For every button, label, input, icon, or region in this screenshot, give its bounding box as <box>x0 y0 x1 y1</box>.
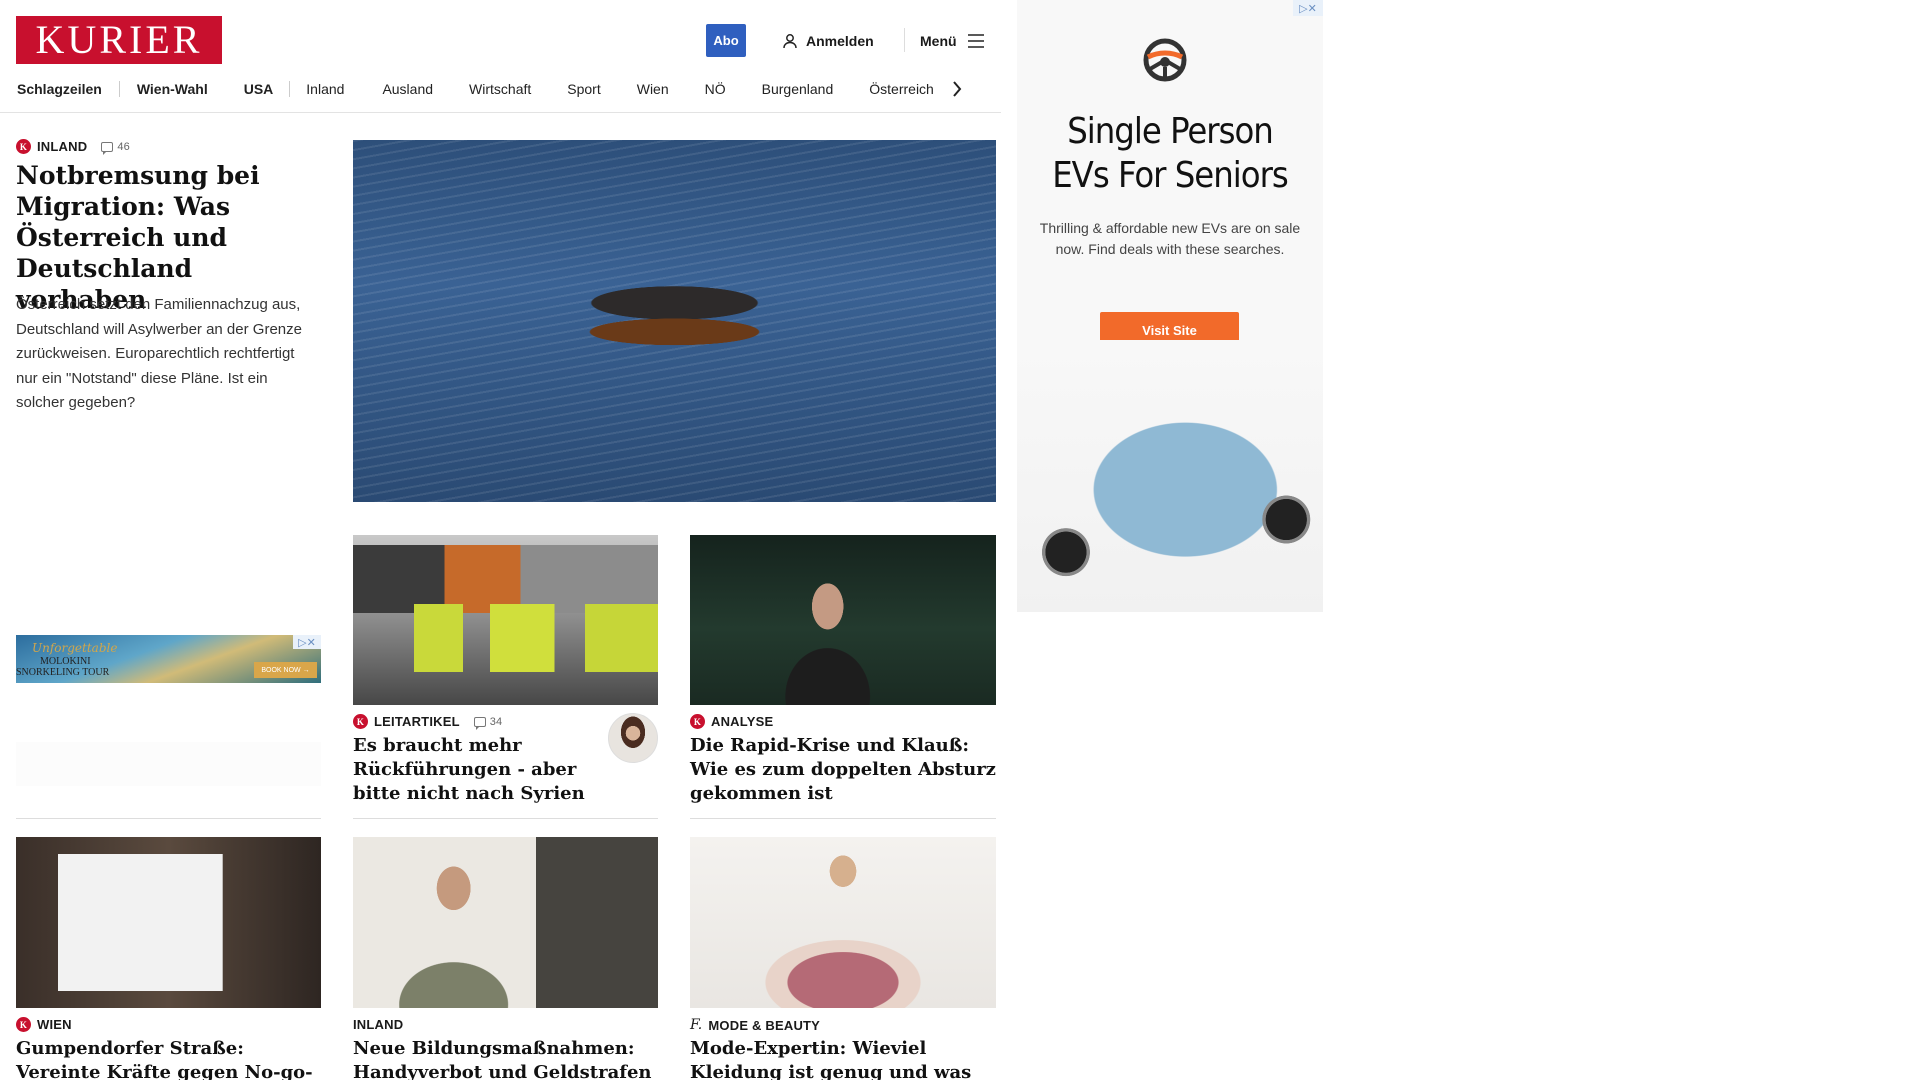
kurier-badge-icon: K <box>353 714 368 729</box>
lead-comments[interactable]: 46 <box>101 140 130 155</box>
chevron-right-icon[interactable] <box>952 81 962 97</box>
steering-wheel-icon <box>1143 38 1187 82</box>
small-ad-line1: MOLOKINI <box>40 656 91 667</box>
menu-label: Menü <box>920 33 957 49</box>
nav-item-usa[interactable]: USA <box>244 81 274 97</box>
nav-bottom-border <box>0 112 1001 113</box>
nav-item-wien-wahl[interactable]: Wien-Wahl <box>137 81 208 97</box>
nav-item-wirtschaft[interactable]: Wirtschaft <box>469 81 531 97</box>
nav-item-schlagzeilen[interactable]: Schlagzeilen <box>17 81 102 97</box>
freizeit-icon: f. <box>690 1017 703 1033</box>
menu-button[interactable]: Menü <box>920 31 985 51</box>
ad-image-ev[interactable] <box>1017 340 1323 612</box>
nav-item-wien[interactable]: Wien <box>637 81 669 97</box>
card-category[interactable]: MODE & BEAUTY <box>708 1018 820 1033</box>
lead-category[interactable]: INLAND <box>37 139 87 154</box>
card-kicker: K WIEN <box>16 1017 72 1032</box>
login-label: Anmelden <box>806 33 874 49</box>
ad-choices-icon[interactable]: ▷✕ <box>293 635 321 649</box>
card-kicker: INLAND <box>353 1017 403 1032</box>
login-button[interactable]: Anmelden <box>782 31 874 51</box>
section-nav: Schlagzeilen Wien-Wahl USA Inland Auslan… <box>17 78 993 100</box>
card-image-fashion[interactable] <box>690 837 996 1008</box>
lead-comment-count: 46 <box>117 140 130 153</box>
card-headline[interactable]: Mode-Expertin: Wieviel Kleidung ist genu… <box>690 1037 996 1080</box>
lead-kicker: K INLAND 46 <box>16 139 130 155</box>
card-kicker: f. MODE & BEAUTY <box>690 1017 820 1033</box>
sidebar-ad[interactable]: ▷✕ Single Person EVs For Seniors Thrilli… <box>1017 0 1323 612</box>
kurier-badge-icon: K <box>690 714 705 729</box>
nav-item-ausland[interactable]: Ausland <box>382 81 433 97</box>
kurier-badge-icon: K <box>16 139 31 154</box>
card-kicker: K LEITARTIKEL 34 <box>353 714 503 730</box>
nav-item-burgenland[interactable]: Burgenland <box>762 81 834 97</box>
card-category[interactable]: WIEN <box>37 1017 72 1032</box>
card-category[interactable]: INLAND <box>353 1017 403 1032</box>
nav-divider <box>289 81 291 97</box>
small-ad-banner[interactable]: Unforgettable MOLOKINI SNORKELING TOUR B… <box>16 635 321 683</box>
hamburger-icon <box>967 34 984 48</box>
lead-image-migrant-boat[interactable] <box>353 140 996 502</box>
card-image-coach[interactable] <box>690 535 996 705</box>
author-avatar[interactable] <box>608 713 658 763</box>
card-rule <box>690 818 996 819</box>
ad-subtext: Thrilling & affordable new EVs are on sa… <box>1039 220 1301 257</box>
card-headline[interactable]: Gumpendorfer Straße: Vereinte Kräfte geg… <box>16 1037 321 1080</box>
card-headline[interactable]: Die Rapid-Krise und Klauß: Wie es zum do… <box>690 734 996 806</box>
column-rule <box>16 818 321 819</box>
card-comments[interactable]: 34 <box>473 715 503 730</box>
card-comment-count: 34 <box>489 715 503 728</box>
card-image-politician[interactable] <box>353 837 658 1008</box>
abo-button[interactable]: Abo <box>706 24 746 57</box>
card-headline[interactable]: Es braucht mehr Rückführungen - aber bit… <box>353 734 603 806</box>
nav-item-sport[interactable]: Sport <box>567 81 600 97</box>
card-category[interactable]: LEITARTIKEL <box>374 714 460 729</box>
small-ad-button[interactable]: BOOK NOW → <box>254 662 317 678</box>
header-divider <box>904 28 905 52</box>
card-rule <box>353 818 658 819</box>
lead-headline[interactable]: Notbremsung bei Migration: Was Österreic… <box>16 160 311 315</box>
lead-teaser[interactable]: Österreich setzt den Familiennachzug aus… <box>16 293 316 416</box>
kurier-logo[interactable]: KURIER <box>16 16 222 64</box>
nav-item-noe[interactable]: NÖ <box>705 81 726 97</box>
kurier-badge-icon: K <box>16 1017 31 1032</box>
ad-headline[interactable]: Single Person EVs For Seniors <box>1037 110 1303 198</box>
nav-item-inland[interactable]: Inland <box>306 81 344 97</box>
comment-icon <box>473 716 486 730</box>
user-icon <box>783 34 797 49</box>
nav-item-oesterreich[interactable]: Österreich <box>869 81 934 97</box>
card-image-syringes[interactable] <box>16 837 321 1008</box>
ad-placeholder <box>16 742 321 786</box>
card-headline[interactable]: Neue Bildungsmaßnahmen: Handyverbot und … <box>353 1037 658 1080</box>
card-image-police[interactable] <box>353 535 658 705</box>
small-ad-line2: SNORKELING TOUR <box>16 667 110 678</box>
card-category[interactable]: ANALYSE <box>711 714 773 729</box>
small-ad-script: Unforgettable <box>32 641 118 655</box>
card-kicker: K ANALYSE <box>690 714 773 729</box>
ad-choices-icon[interactable]: ▷✕ <box>1293 0 1323 16</box>
comment-icon <box>101 141 114 155</box>
nav-divider <box>118 81 120 97</box>
